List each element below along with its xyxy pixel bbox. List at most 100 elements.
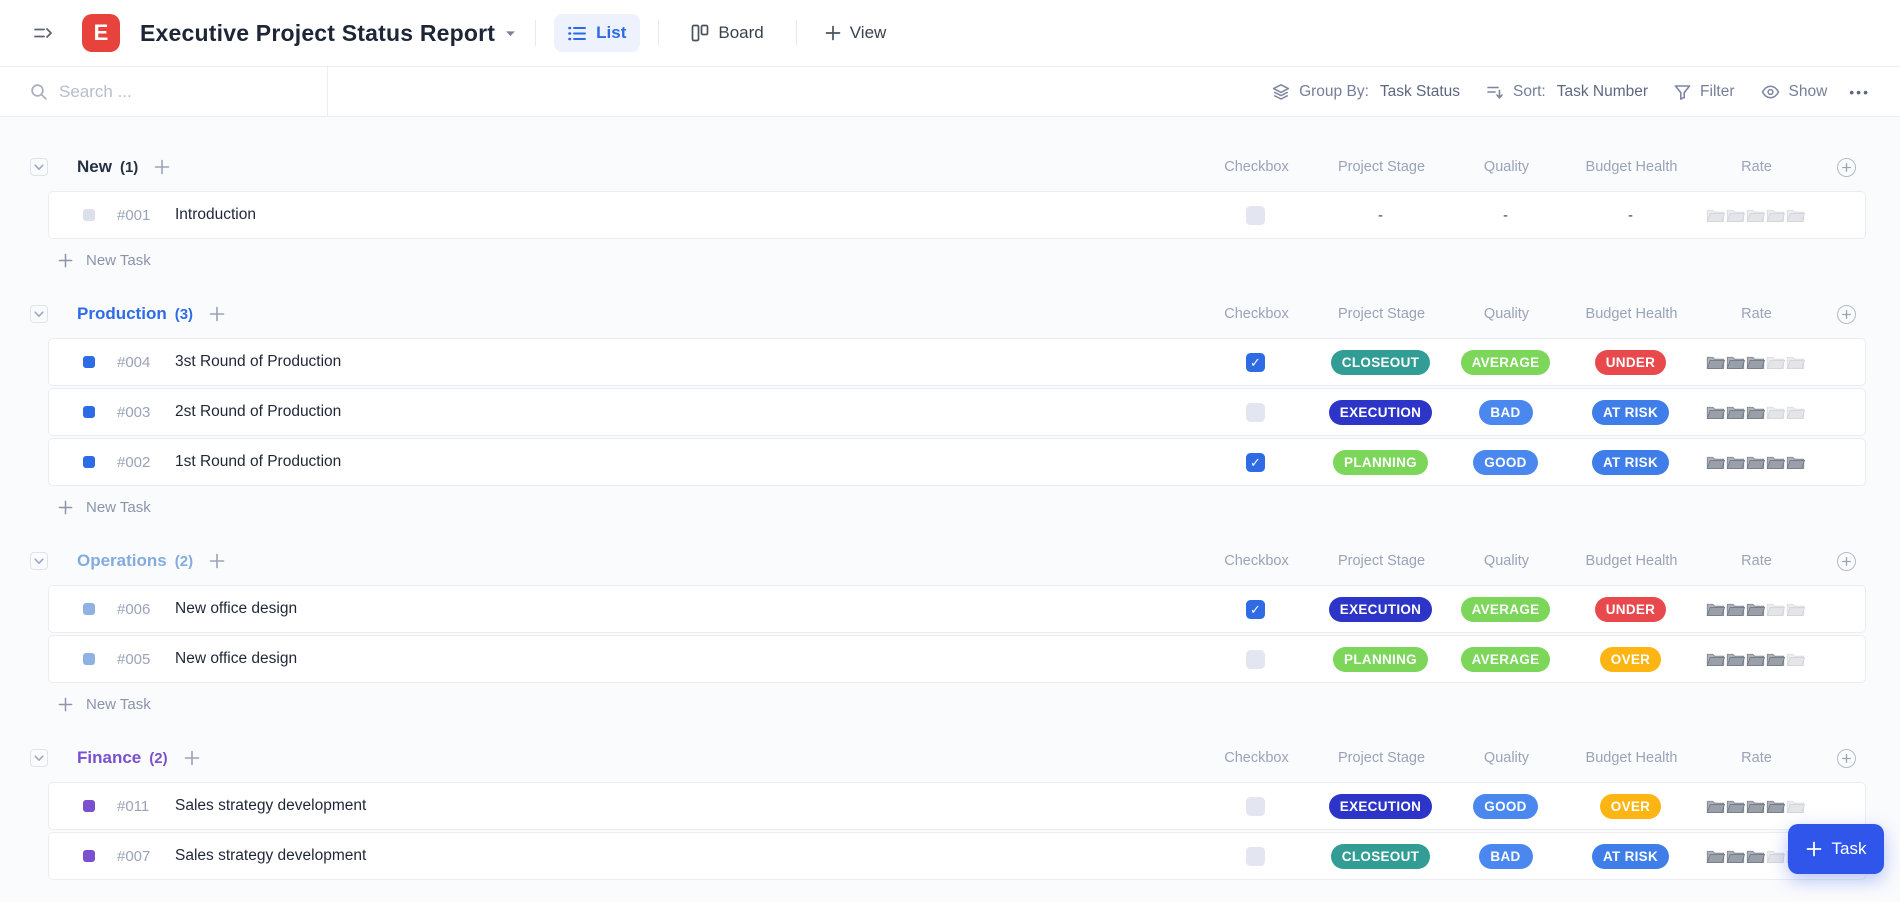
- column-header-budget-health[interactable]: Budget Health: [1569, 553, 1694, 569]
- rate-field[interactable]: [1706, 454, 1805, 470]
- folder-icon[interactable]: [1706, 848, 1725, 864]
- folder-icon[interactable]: [1706, 601, 1725, 617]
- add-column-icon[interactable]: [1837, 158, 1856, 177]
- column-header-project-stage[interactable]: Project Stage: [1319, 159, 1444, 175]
- column-header-project-stage[interactable]: Project Stage: [1319, 553, 1444, 569]
- add-column-icon[interactable]: [1837, 552, 1856, 571]
- folder-icon[interactable]: [1746, 354, 1765, 370]
- task-row[interactable]: #007 Sales strategy development CLOSEOUT…: [48, 832, 1866, 880]
- rate-field[interactable]: [1706, 601, 1805, 617]
- group-by-control[interactable]: Group By: Task Status: [1264, 77, 1468, 107]
- folder-icon[interactable]: [1786, 601, 1805, 617]
- folder-icon[interactable]: [1706, 404, 1725, 420]
- collapse-group-icon[interactable]: [30, 552, 48, 570]
- task-row[interactable]: #003 2st Round of Production EXECUTION B…: [48, 388, 1866, 436]
- quality-badge[interactable]: AVERAGE: [1461, 597, 1551, 622]
- column-header-budget-health[interactable]: Budget Health: [1569, 159, 1694, 175]
- task-row[interactable]: #001 Introduction - - -: [48, 191, 1866, 239]
- task-title[interactable]: 1st Round of Production: [175, 453, 341, 471]
- folder-icon[interactable]: [1706, 454, 1725, 470]
- task-status-icon[interactable]: [83, 850, 95, 862]
- quality-badge[interactable]: GOOD: [1473, 450, 1537, 475]
- folder-icon[interactable]: [1786, 354, 1805, 370]
- task-title[interactable]: 3st Round of Production: [175, 353, 341, 371]
- column-header-checkbox[interactable]: Checkbox: [1194, 159, 1319, 175]
- rate-field[interactable]: [1706, 651, 1805, 667]
- budget-health-badge[interactable]: UNDER: [1595, 597, 1667, 622]
- collapse-group-icon[interactable]: [30, 749, 48, 767]
- quality-badge[interactable]: BAD: [1479, 844, 1533, 869]
- rate-field[interactable]: [1706, 207, 1805, 223]
- column-header-project-stage[interactable]: Project Stage: [1319, 750, 1444, 766]
- task-status-icon[interactable]: [83, 456, 95, 468]
- column-header-checkbox[interactable]: Checkbox: [1194, 553, 1319, 569]
- column-header-budget-health[interactable]: Budget Health: [1569, 750, 1694, 766]
- project-stage-badge[interactable]: PLANNING: [1333, 647, 1428, 672]
- folder-icon[interactable]: [1726, 454, 1745, 470]
- rate-field[interactable]: [1706, 354, 1805, 370]
- more-options-icon[interactable]: •••: [1845, 78, 1874, 106]
- task-title[interactable]: 2st Round of Production: [175, 403, 341, 421]
- task-row[interactable]: #006 New office design EXECUTION AVERAGE…: [48, 585, 1866, 633]
- add-task-icon[interactable]: [154, 159, 170, 175]
- folder-icon[interactable]: [1706, 651, 1725, 667]
- folder-icon[interactable]: [1726, 848, 1745, 864]
- column-header-quality[interactable]: Quality: [1444, 750, 1569, 766]
- budget-health-badge[interactable]: OVER: [1600, 647, 1661, 672]
- task-title[interactable]: Sales strategy development: [175, 847, 366, 865]
- task-row[interactable]: #005 New office design PLANNING AVERAGE …: [48, 635, 1866, 683]
- quality-badge[interactable]: AVERAGE: [1461, 350, 1551, 375]
- group-title[interactable]: Production: [77, 304, 167, 324]
- tab-list[interactable]: List: [554, 14, 640, 52]
- column-header-checkbox[interactable]: Checkbox: [1194, 306, 1319, 322]
- group-title[interactable]: New: [77, 157, 112, 177]
- folder-icon[interactable]: [1766, 798, 1785, 814]
- column-header-project-stage[interactable]: Project Stage: [1319, 306, 1444, 322]
- folder-icon[interactable]: [1706, 798, 1725, 814]
- folder-icon[interactable]: [1726, 798, 1745, 814]
- folder-icon[interactable]: [1766, 207, 1785, 223]
- add-task-icon[interactable]: [209, 553, 225, 569]
- folder-icon[interactable]: [1726, 404, 1745, 420]
- column-header-rate[interactable]: Rate: [1694, 159, 1819, 175]
- column-header-rate[interactable]: Rate: [1694, 553, 1819, 569]
- filter-control[interactable]: Filter: [1666, 77, 1742, 107]
- project-stage-badge[interactable]: EXECUTION: [1329, 597, 1432, 622]
- task-status-icon[interactable]: [83, 653, 95, 665]
- row-checkbox[interactable]: [1246, 403, 1265, 422]
- row-checkbox[interactable]: [1246, 847, 1265, 866]
- rate-field[interactable]: [1706, 404, 1805, 420]
- folder-icon[interactable]: [1746, 454, 1765, 470]
- task-title[interactable]: Introduction: [175, 206, 256, 224]
- add-task-icon[interactable]: [209, 306, 225, 322]
- search-box[interactable]: [0, 67, 328, 116]
- new-task-button[interactable]: New Task: [0, 239, 1866, 280]
- add-view-button[interactable]: View: [815, 15, 897, 51]
- column-header-quality[interactable]: Quality: [1444, 306, 1569, 322]
- task-row[interactable]: #002 1st Round of Production PLANNING GO…: [48, 438, 1866, 486]
- folder-icon[interactable]: [1706, 207, 1725, 223]
- group-title[interactable]: Finance: [77, 748, 141, 768]
- task-row[interactable]: #011 Sales strategy development EXECUTIO…: [48, 782, 1866, 830]
- new-task-button[interactable]: New Task: [0, 683, 1866, 724]
- folder-icon[interactable]: [1766, 848, 1785, 864]
- folder-icon[interactable]: [1726, 601, 1745, 617]
- collapse-group-icon[interactable]: [30, 158, 48, 176]
- folder-icon[interactable]: [1746, 207, 1765, 223]
- add-task-icon[interactable]: [184, 750, 200, 766]
- project-stage-badge[interactable]: CLOSEOUT: [1331, 350, 1430, 375]
- chevron-down-icon[interactable]: [504, 27, 517, 40]
- task-status-icon[interactable]: [83, 800, 95, 812]
- task-title[interactable]: New office design: [175, 600, 297, 618]
- folder-icon[interactable]: [1726, 651, 1745, 667]
- task-status-icon[interactable]: [83, 209, 95, 221]
- task-title[interactable]: New office design: [175, 650, 297, 668]
- empty-project-stage[interactable]: -: [1378, 207, 1383, 224]
- row-checkbox[interactable]: [1246, 206, 1265, 225]
- folder-icon[interactable]: [1766, 404, 1785, 420]
- empty-budget-health[interactable]: -: [1628, 207, 1633, 224]
- new-task-button[interactable]: New Task: [0, 486, 1866, 527]
- tab-board[interactable]: Board: [677, 14, 777, 52]
- folder-icon[interactable]: [1746, 601, 1765, 617]
- add-column-icon[interactable]: [1837, 749, 1856, 768]
